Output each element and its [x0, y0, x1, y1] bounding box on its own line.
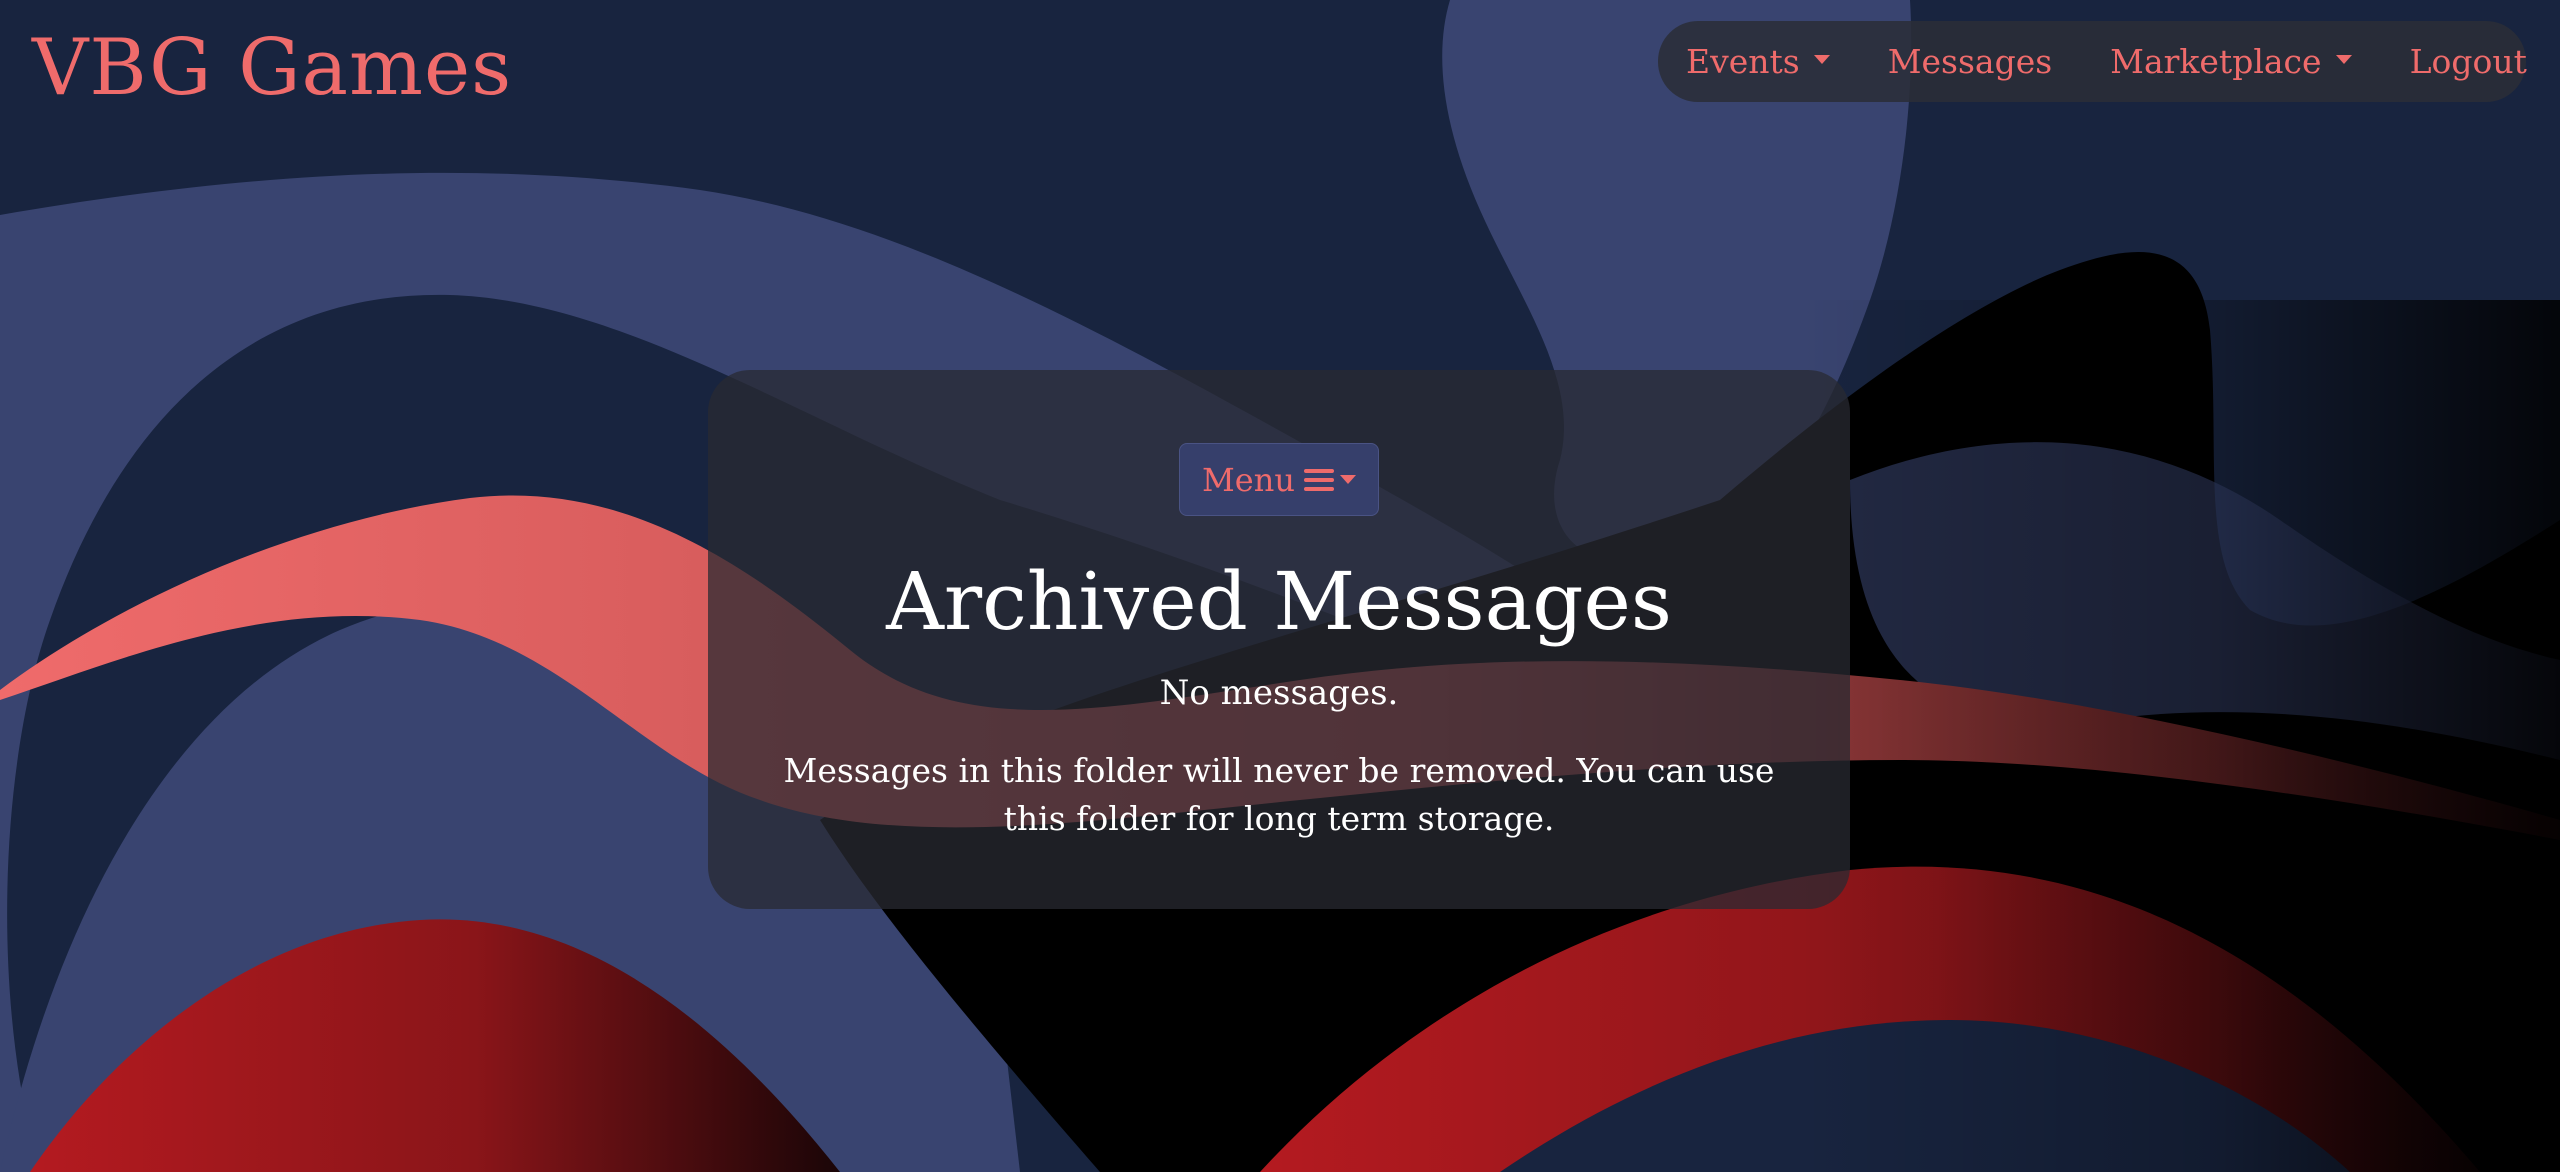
nav-messages-link[interactable]: Messages [1888, 42, 2052, 82]
nav-events-dropdown[interactable]: Events [1686, 42, 1830, 82]
page: VBG Games Events Messages Marketplace Lo… [0, 0, 2560, 1172]
messages-card: Menu Archived Messages No messages. Mess… [708, 370, 1850, 909]
menu-label: Menu [1202, 460, 1295, 499]
nav-messages-label: Messages [1887, 41, 2053, 81]
caret-down-icon [1813, 55, 1830, 64]
nav-logout-link[interactable]: Logout [2410, 42, 2527, 82]
nav-marketplace-label: Marketplace [2110, 41, 2322, 81]
empty-state-text: No messages. [1159, 673, 1399, 713]
caret-down-icon [1339, 475, 1356, 484]
nav-logout-label: Logout [2409, 41, 2527, 81]
nav-marketplace-dropdown[interactable]: Marketplace [2110, 41, 2352, 82]
page-title: Archived Messages [886, 555, 1672, 648]
hamburger-icon [1303, 468, 1334, 492]
nav-events-label: Events [1686, 41, 1800, 81]
caret-down-icon [2335, 55, 2352, 64]
folder-info-text: Messages in this folder will never be re… [783, 751, 1775, 838]
menu-dropdown-button[interactable]: Menu [1179, 443, 1379, 516]
brand-logo[interactable]: VBG Games [32, 18, 512, 118]
top-navbar: Events Messages Marketplace Logout [1658, 21, 2527, 102]
